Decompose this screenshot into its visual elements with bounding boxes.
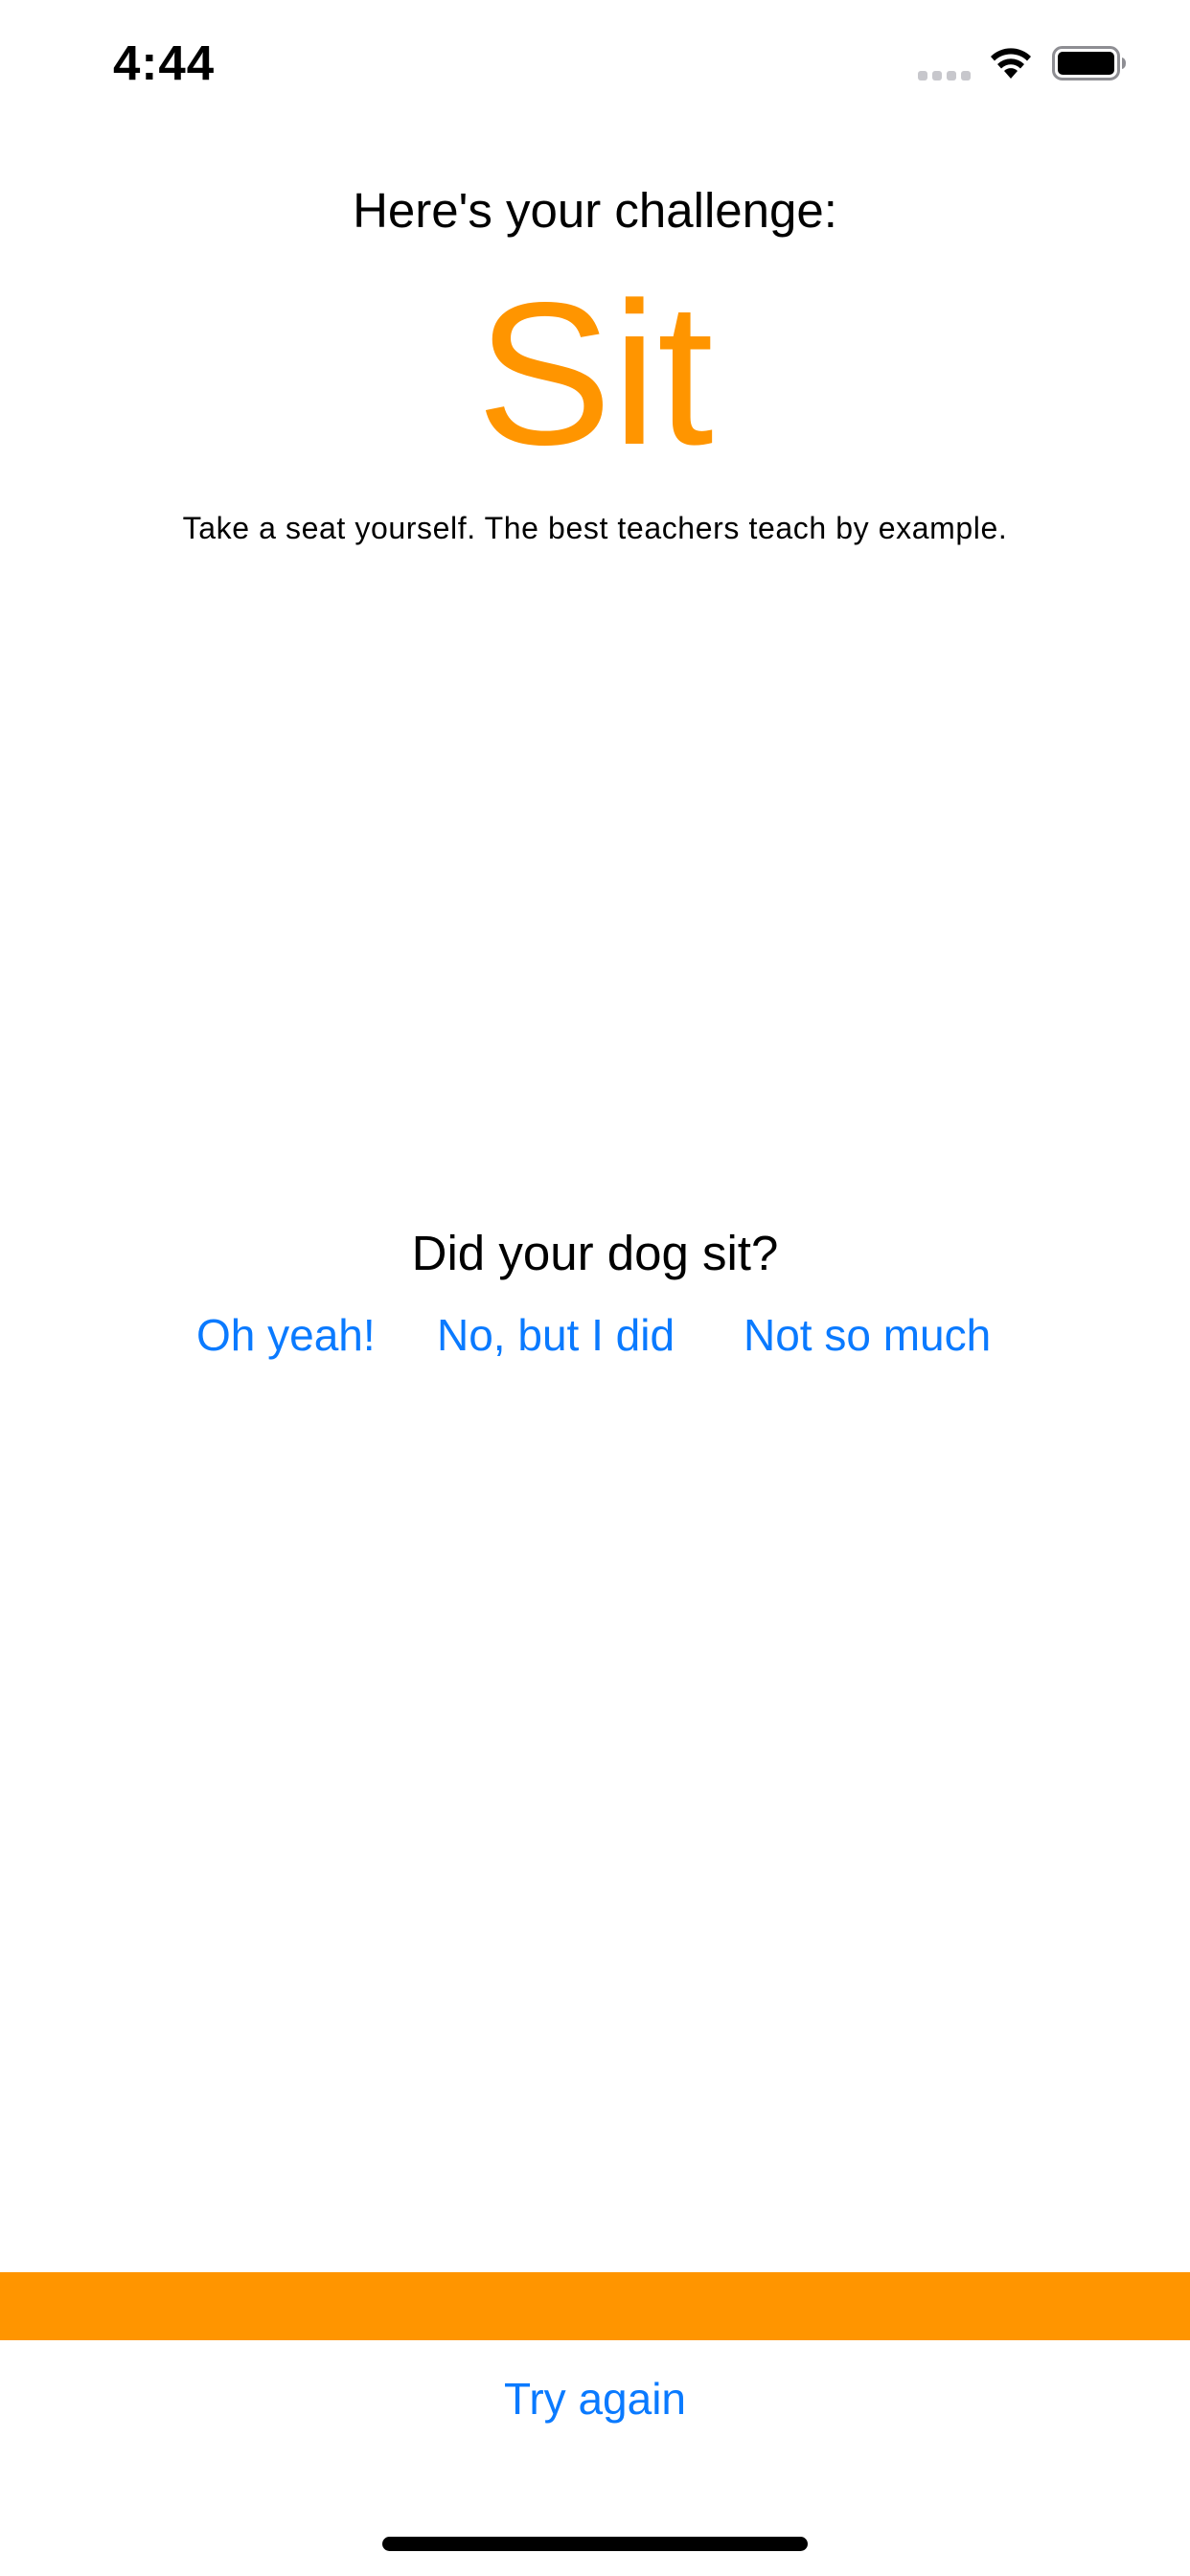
home-indicator[interactable] [382, 2537, 808, 2551]
battery-icon [1052, 46, 1126, 80]
question-label: Did your dog sit? [411, 1226, 779, 1280]
try-again-button[interactable]: Try again [0, 2365, 1190, 2432]
answer-oh-yeah-button[interactable]: Oh yeah! [196, 1303, 376, 1367]
answer-buttons: Oh yeah! No, but I did Not so much [0, 1303, 1190, 1367]
status-bar: 4:44 [0, 0, 1190, 134]
challenge-command: Sit [476, 260, 714, 487]
challenge-description: Take a seat yourself. The best teachers … [182, 511, 1008, 545]
cellular-signal-icon [918, 71, 971, 80]
answer-not-so-much-button[interactable]: Not so much [744, 1303, 991, 1367]
status-time: 4:44 [113, 35, 216, 90]
accent-bar [0, 2272, 1190, 2340]
answer-no-but-i-did-button[interactable]: No, but I did [437, 1303, 675, 1367]
wifi-icon [991, 48, 1031, 79]
challenge-heading: Here's your challenge: [353, 183, 837, 238]
